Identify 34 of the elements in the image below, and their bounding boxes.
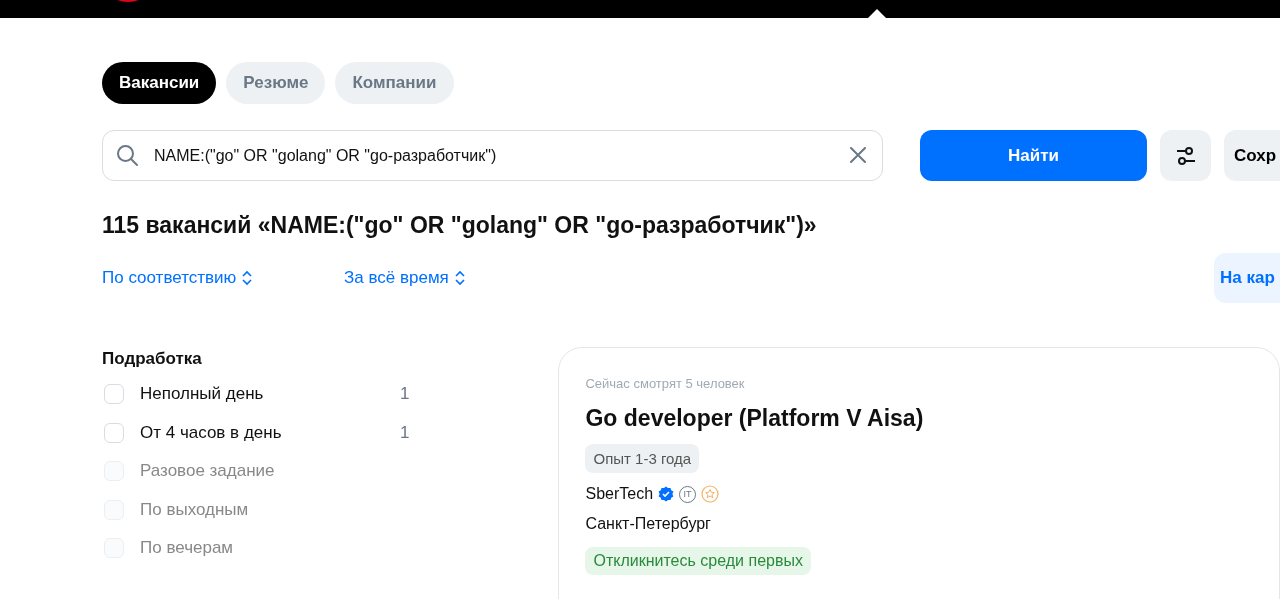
search-field[interactable]: NAME:("go" OR "golang" OR "go-разработчик")	[102, 130, 883, 181]
tab[interactable]: Вакансии	[102, 62, 217, 104]
filter-option-label: От 4 часов в день	[140, 422, 283, 443]
filter-option-label: Разовое задание	[140, 461, 276, 482]
option-count: 1	[400, 384, 410, 405]
filter-option-label: По вечерам	[140, 538, 235, 559]
response-tag: Откликнитесь среди первых	[585, 547, 811, 575]
pointer-icon	[868, 9, 886, 18]
tab[interactable]: Резюме	[226, 62, 326, 104]
filter-option-label: Неполный день	[140, 384, 265, 405]
results-heading: 115 вакансий «NAME:("go" OR "golang" OR "go-разработчик")»	[102, 211, 818, 239]
filter-button[interactable]	[1160, 130, 1211, 181]
verified-icon	[658, 486, 675, 502]
option-count: 1	[400, 422, 410, 443]
chevron-updown-icon	[242, 270, 253, 286]
checkbox[interactable]	[104, 384, 124, 405]
star-badge-icon	[701, 485, 720, 503]
experience-tag: Опыт 1-3 года	[585, 444, 700, 473]
search-button[interactable]: Найти	[920, 130, 1147, 181]
clear-icon[interactable]	[850, 147, 866, 163]
filter-title: Подработка	[102, 349, 203, 369]
sliders-icon	[1175, 145, 1196, 166]
viewers-text: Сейчас смотрят 5 человек	[585, 376, 746, 391]
sort-dropdown[interactable]: По соответствию	[102, 268, 344, 288]
filter-option-label: По выходным	[140, 499, 250, 520]
map-button[interactable]: На кар	[1214, 253, 1280, 303]
sort-dropdown[interactable]: За всё время	[344, 268, 465, 288]
tab[interactable]: Компании	[335, 62, 454, 104]
save-button[interactable]: Сохр	[1224, 130, 1280, 181]
checkbox[interactable]	[104, 422, 124, 443]
city-text: Санкт-Петербург	[585, 515, 712, 533]
vacancy-title[interactable]: Go developer (Platform V Aisa)	[585, 405, 1253, 432]
chevron-updown-icon	[454, 270, 465, 286]
company-name[interactable]: SberTech	[585, 485, 654, 503]
